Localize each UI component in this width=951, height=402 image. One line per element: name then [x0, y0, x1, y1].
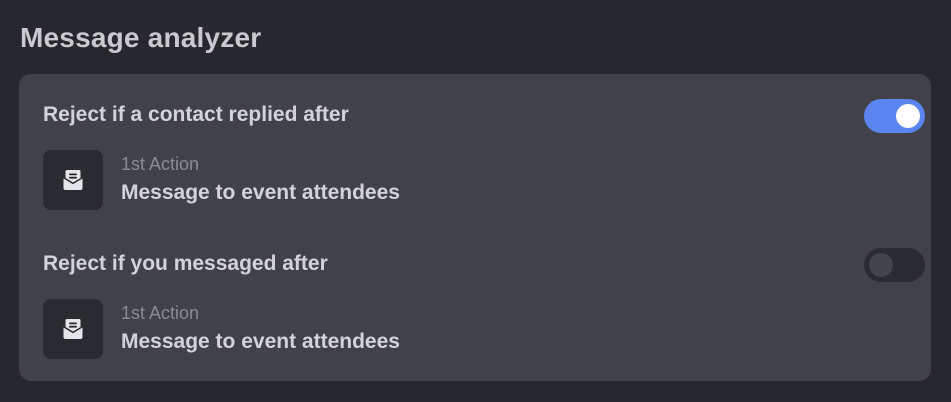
contact-replied-toggle[interactable]: [864, 99, 925, 133]
you-messaged-toggle[interactable]: [864, 248, 925, 282]
action-label: Message to event attendees: [121, 330, 400, 353]
envelope-open-icon: [43, 150, 103, 210]
rule-title: Reject if a contact replied after: [43, 103, 349, 126]
rule-header: Reject if a contact replied after: [43, 96, 925, 134]
rule-contact-replied: Reject if a contact replied after 1st Ac…: [43, 96, 925, 210]
rule-title: Reject if you messaged after: [43, 252, 328, 275]
action-kicker: 1st Action: [121, 303, 200, 323]
action-kicker: 1st Action: [121, 154, 200, 174]
action-label: Message to event attendees: [121, 181, 400, 204]
envelope-open-icon: [43, 299, 103, 359]
action-item[interactable]: 1st Action Message to event attendees: [43, 150, 907, 210]
rule-header: Reject if you messaged after: [43, 245, 925, 283]
toggle-knob: [869, 253, 893, 277]
message-analyzer-card: Reject if a contact replied after 1st Ac…: [19, 74, 931, 381]
rule-you-messaged: Reject if you messaged after 1st Action …: [43, 245, 925, 359]
action-item[interactable]: 1st Action Message to event attendees: [43, 299, 907, 359]
toggle-knob: [896, 104, 920, 128]
section-title: Message analyzer: [20, 22, 262, 53]
